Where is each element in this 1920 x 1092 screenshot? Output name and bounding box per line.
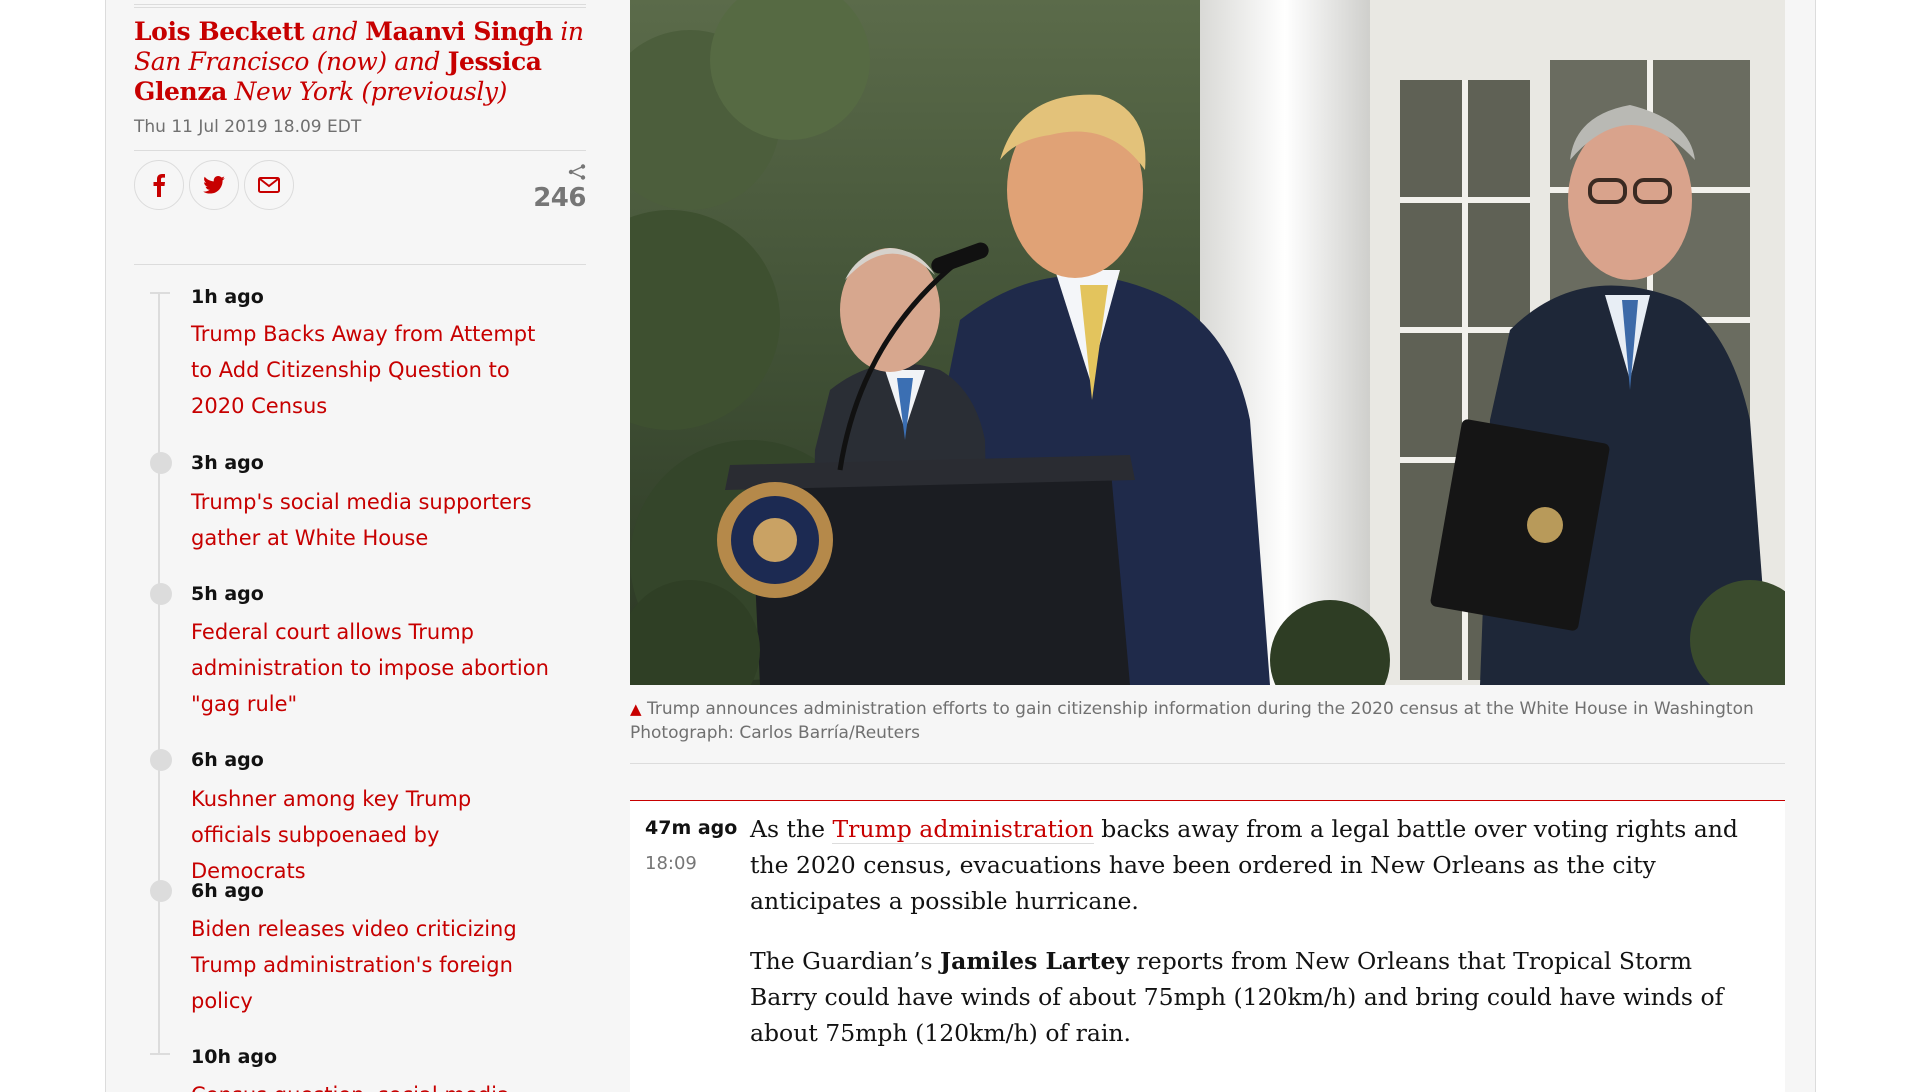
text: As the	[750, 815, 833, 843]
email-icon	[258, 177, 280, 193]
key-event-time: 10h ago	[191, 1046, 278, 1068]
byline-location: New York (previously)	[234, 77, 508, 106]
timeline-dot	[150, 452, 172, 474]
divider	[134, 150, 586, 151]
live-blog-post: 47m ago 18:09 As the Trump administratio…	[630, 800, 1785, 1092]
share-email-button[interactable]	[244, 160, 294, 210]
trump-administration-link[interactable]: Trump administration	[832, 815, 1094, 844]
post-relative-time[interactable]: 47m ago	[645, 817, 737, 839]
reporter-name: Jamiles Lartey	[940, 947, 1130, 975]
caption-text: Trump announces administration efforts t…	[646, 699, 1754, 719]
divider	[630, 763, 1785, 764]
text: The Guardian’s	[750, 947, 941, 975]
key-event-time: 6h ago	[191, 749, 264, 771]
facebook-icon	[153, 174, 165, 197]
author-link[interactable]: Maanvi Singh	[365, 17, 553, 46]
key-event-link[interactable]: Census question, social media	[191, 1077, 551, 1092]
key-event-time: 5h ago	[191, 583, 264, 605]
timeline-line	[158, 294, 160, 1054]
byline-conjunction: and	[311, 17, 358, 46]
article-photo[interactable]	[630, 0, 1785, 685]
post-clock-time: 18:09	[645, 853, 697, 874]
key-event-link[interactable]: Trump's social media supporters gather a…	[191, 484, 551, 556]
dateline: Thu 11 Jul 2019 18.09 EDT	[134, 117, 362, 137]
photo-illustration	[630, 0, 1785, 685]
share-icon	[568, 164, 586, 180]
post-paragraph: The Guardian’s Jamiles Lartey reports fr…	[750, 943, 1750, 1051]
timeline-cap	[150, 1053, 170, 1055]
twitter-icon	[203, 176, 225, 194]
key-event-time: 6h ago	[191, 880, 264, 902]
byline: Lois Beckett and Maanvi Singh in San Fra…	[134, 17, 594, 107]
timeline-dot	[150, 880, 172, 902]
divider	[134, 264, 586, 265]
author-link[interactable]: Lois Beckett	[134, 17, 305, 46]
photo-credit: Photograph: Carlos Barría/Reuters	[630, 723, 920, 743]
share-twitter-button[interactable]	[189, 160, 239, 210]
photo-caption: ▲ Trump announces administration efforts…	[630, 697, 1785, 745]
key-event-time: 3h ago	[191, 452, 264, 474]
caption-triangle-icon: ▲	[630, 700, 642, 718]
timeline-dot	[150, 749, 172, 771]
key-event-time: 1h ago	[191, 286, 264, 308]
top-rule	[134, 4, 586, 8]
share-facebook-button[interactable]	[134, 160, 184, 210]
timeline-cap	[150, 292, 170, 294]
timeline-dot	[150, 583, 172, 605]
key-event-link[interactable]: Kushner among key Trump officials subpoe…	[191, 781, 551, 889]
post-body: As the Trump administration backs away f…	[750, 811, 1750, 1075]
share-count-value: 246	[533, 183, 586, 213]
byline-conjunction: and	[394, 47, 441, 76]
key-event-link[interactable]: Federal court allows Trump administratio…	[191, 614, 551, 722]
key-event-link[interactable]: Biden releases video criticizing Trump a…	[191, 911, 551, 1019]
key-event-link[interactable]: Trump Backs Away from Attempt to Add Cit…	[191, 316, 551, 424]
post-paragraph: As the Trump administration backs away f…	[750, 811, 1750, 919]
share-count: 246	[526, 160, 586, 220]
